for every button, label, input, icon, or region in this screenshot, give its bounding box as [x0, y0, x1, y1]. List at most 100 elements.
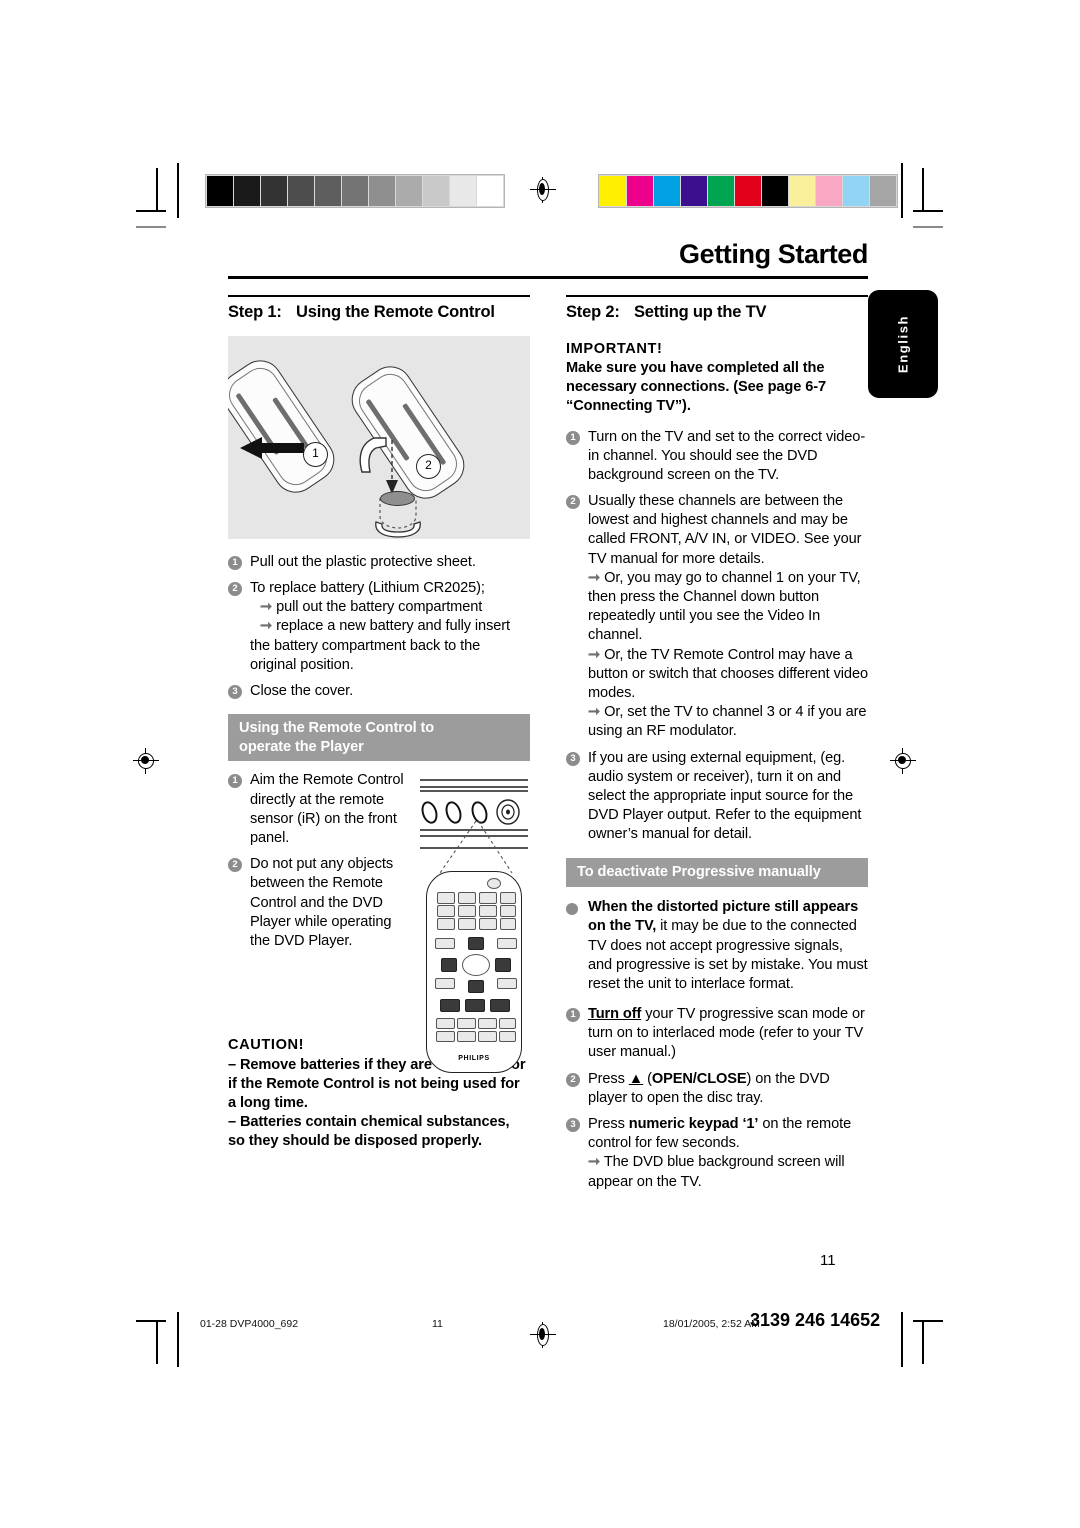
pull-arrow-icon [240, 436, 304, 459]
left-column: Step 1: Using the Remote Control 1 2 1 P… [228, 295, 530, 1198]
remote-brand-label: PHILIPS [458, 1055, 490, 1063]
step2-rule [566, 295, 868, 298]
grayscale-swatch [423, 176, 449, 206]
arrow-line: ➞ The DVD blue background screen will ap… [588, 1153, 868, 1191]
arrow-icon: ➞ [588, 646, 601, 663]
step-text: To replace battery (Lithium CR2025); [250, 579, 485, 596]
arrow-text: Or, the TV Remote Control may have a but… [588, 646, 868, 701]
list-item: 3 Close the cover. [228, 682, 530, 701]
color-swatch [816, 176, 842, 206]
subsection-bar: Using the Remote Control to operate the … [228, 714, 530, 762]
grayscale-swatch [315, 176, 341, 206]
step-text: Close the cover. [250, 682, 354, 699]
step-text-mid: ( [643, 1070, 652, 1087]
arrow-icon: ➞ [588, 1154, 601, 1171]
list-item: 3 If you are using external equipment, (… [566, 749, 868, 845]
arrow-text: pull out the battery compartment [276, 599, 483, 616]
list-item: 2 Do not put any objects between the Rem… [228, 855, 408, 951]
figure-callout-1: 1 [303, 441, 328, 467]
footer-timestamp: 18/01/2005, 2:52 AM [663, 1318, 760, 1330]
remote-usage-section: 1 Aim the Remote Control directly at the… [228, 771, 530, 1074]
arrow-line: ➞ pull out the battery compartment [260, 598, 530, 617]
step-text: Usually these channels are between the l… [588, 493, 862, 567]
step-number-badge: 3 [566, 751, 580, 766]
grayscale-swatch [261, 176, 287, 206]
left-steps-list: 1 Pull out the plastic protective sheet.… [228, 553, 530, 701]
color-swatch [708, 176, 734, 206]
step-number-badge: 2 [566, 495, 580, 510]
registration-mark-left [133, 748, 159, 774]
important-title: IMPORTANT! [566, 340, 663, 357]
remote-control-illustration: PHILIPS [418, 831, 530, 1074]
registration-mark-bottom [530, 1322, 556, 1348]
progressive-steps-list: 1 Turn off your TV progressive scan mode… [566, 1005, 868, 1192]
arrow-icon: ➞ [260, 599, 273, 616]
progressive-intro: When the distorted picture still appears… [566, 898, 868, 994]
remote-usage-list: 1 Aim the Remote Control directly at the… [228, 771, 408, 951]
header-rule [228, 276, 868, 280]
step-number-badge: 3 [228, 684, 242, 699]
grayscale-swatch [477, 176, 503, 206]
list-item: 2 Press ▲ (OPEN/CLOSE) on the DVD player… [566, 1070, 868, 1108]
list-item: 2 To replace battery (Lithium CR2025); ➞… [228, 579, 530, 675]
remote-battery-figure: 1 2 [228, 335, 530, 539]
arrow-line: ➞ Or, set the TV to channel 3 or 4 if yo… [588, 703, 868, 741]
registration-mark-top [530, 177, 556, 203]
progressive-section-bar: To deactivate Progressive manually [566, 858, 868, 888]
step-text: Do not put any objects between the Remot… [250, 856, 394, 949]
important-block: IMPORTANT! Make sure you have completed … [566, 340, 868, 417]
grayscale-swatch [234, 176, 260, 206]
front-panel-remote-figure: PHILIPS [418, 771, 530, 1074]
step-text: Aim the Remote Control directly at the r… [250, 772, 404, 847]
color-swatch [600, 176, 626, 206]
battery-compartment-icon [375, 497, 421, 538]
step-number-badge: 1 [228, 555, 242, 570]
step-text: If you are using external equipment, (eg… [588, 749, 862, 843]
grayscale-swatch [342, 176, 368, 206]
footer-page: 11 [432, 1318, 443, 1330]
column-gap [530, 295, 566, 1198]
arrow-icon: ➞ [260, 618, 273, 635]
remote-illustration-1 [228, 351, 343, 501]
color-swatch [789, 176, 815, 206]
list-item: 1 Aim the Remote Control directly at the… [228, 771, 408, 848]
step1-rule [228, 295, 530, 298]
step-continuation: the battery compartment back to the orig… [250, 637, 481, 673]
arrow-text: Or, set the TV to channel 3 or 4 if you … [588, 704, 867, 740]
color-swatch [681, 176, 707, 206]
step-text: Pull out the plastic protective sheet. [250, 553, 476, 570]
step-number-badge: 2 [228, 858, 242, 873]
step2-heading: Step 2: Setting up the TV [566, 302, 868, 322]
arrow-line: ➞ Or, you may go to channel 1 on your TV… [588, 569, 868, 646]
language-tab-label: English [895, 314, 911, 374]
list-item: 1 Turn on the TV and set to the correct … [566, 428, 868, 486]
page-number: 11 [820, 1252, 836, 1269]
arrow-line: ➞ replace a new battery and fully insert [260, 617, 530, 636]
turn-off-emphasis: Turn off [588, 1006, 642, 1023]
right-column: Step 2: Setting up the TV IMPORTANT! Make… [566, 295, 868, 1198]
list-item: 1 Pull out the plastic protective sheet. [228, 553, 530, 572]
grayscale-swatch [369, 176, 395, 206]
arrow-text: The DVD blue background screen will appe… [588, 1154, 845, 1190]
step2-title: Setting up the TV [634, 303, 767, 322]
arrow-icon: ➞ [588, 569, 601, 586]
page-title: Getting Started [678, 239, 868, 269]
list-item: 2 Usually these channels are between the… [566, 492, 868, 741]
color-swatch [735, 176, 761, 206]
color-swatch [843, 176, 869, 206]
grayscale-swatch [450, 176, 476, 206]
step2-label: Step 2: [566, 303, 620, 322]
step-text-pre: Press [588, 1070, 629, 1087]
open-close-label: OPEN/CLOSE [651, 1070, 747, 1087]
step-number-badge: 1 [566, 1008, 580, 1023]
tv-setup-list: 1 Turn on the TV and set to the correct … [566, 428, 868, 845]
list-item: 1 Turn off your TV progressive scan mode… [566, 1005, 868, 1063]
step-number-badge: 1 [566, 430, 580, 445]
footer-filename: 01-28 DVP4000_692 [200, 1318, 299, 1330]
important-text: Make sure you have completed all the nec… [566, 359, 827, 415]
color-swatch [762, 176, 788, 206]
step-number-badge: 3 [566, 1118, 580, 1133]
step-number-badge: 2 [228, 581, 242, 596]
color-swatch [654, 176, 680, 206]
step1-heading: Step 1: Using the Remote Control [228, 302, 530, 322]
